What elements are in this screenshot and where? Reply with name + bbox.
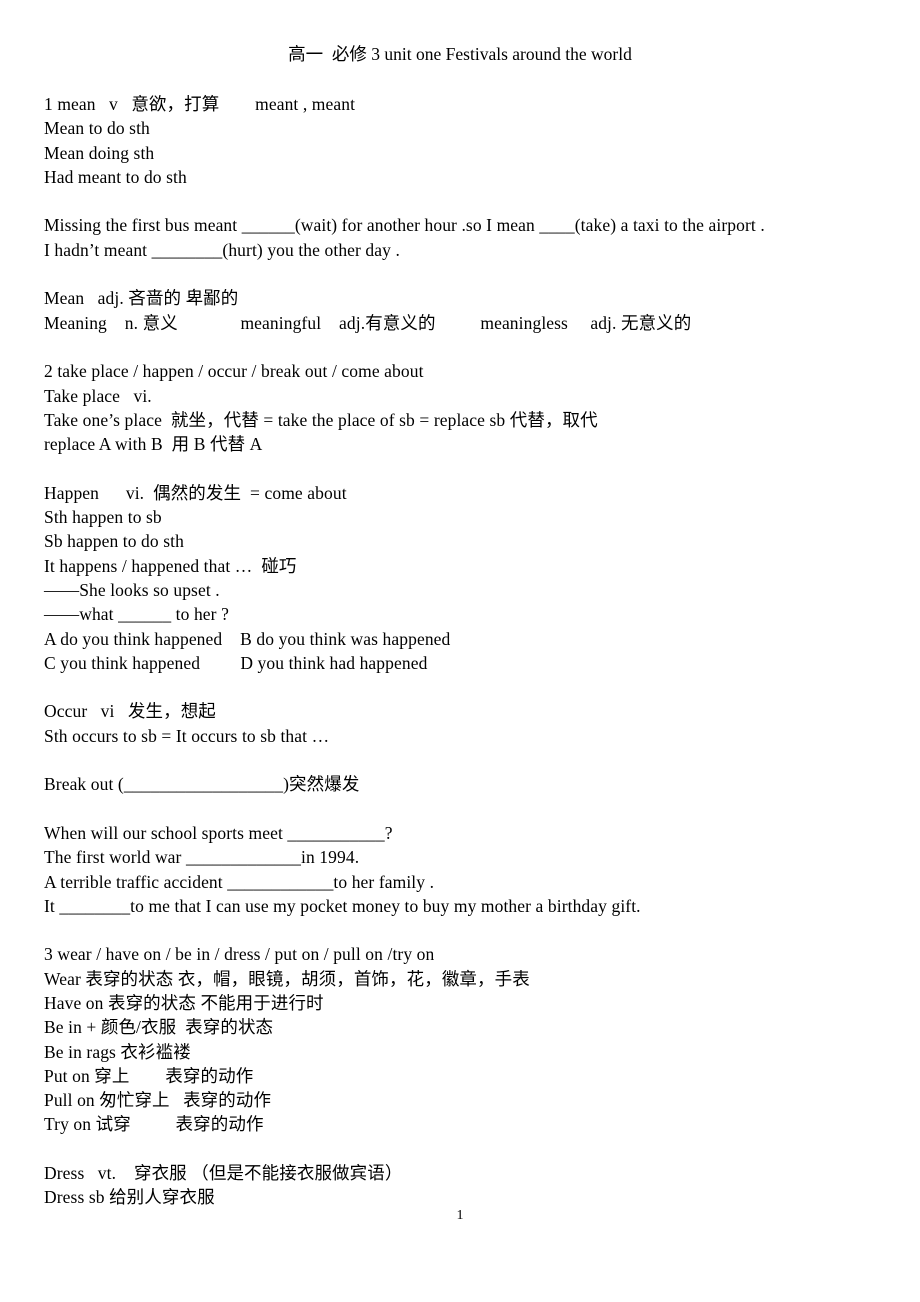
text-line: Dress vt. 穿衣服 （但是不能接衣服做宾语） <box>44 1163 403 1184</box>
text-line: It ________to me that I can use my pocke… <box>44 895 641 916</box>
document-body: 1 mean v 意欲，打算 meant , meant Mean to do … <box>44 92 884 1210</box>
text-line: Mean adj. 吝啬的 卑鄙的 <box>44 288 239 309</box>
document-page: 高一 必修 3 unit one Festivals around the wo… <box>0 0 920 1302</box>
text-line: Take place vi. <box>44 385 152 406</box>
text-line: ——She looks so upset . <box>44 579 220 600</box>
text-line: Be in rags 衣衫褴褛 <box>44 1041 191 1062</box>
text-line: Missing the first bus meant ______(wait)… <box>44 215 765 236</box>
text-line: Take one’s place 就坐，代替 = take the place … <box>44 409 598 430</box>
text-line: Happen vi. 偶然的发生 = come about <box>44 482 347 503</box>
page-number: 1 <box>456 1208 464 1223</box>
text-line: replace A with B 用 B 代替 A <box>44 434 263 455</box>
text-line: ——what ______ to her ? <box>44 604 229 625</box>
text-line: Have on 表穿的状态 不能用于进行时 <box>44 992 324 1013</box>
text-line: Occur vi 发生，想起 <box>44 701 216 722</box>
document-title: 高一 必修 3 unit one Festivals around the wo… <box>288 44 632 64</box>
text-line: Had meant to do sth <box>44 166 187 187</box>
text-line: The first world war _____________in 1994… <box>44 847 360 868</box>
text-line: C you think happened D you think had hap… <box>44 652 428 673</box>
text-line: A terrible traffic accident ____________… <box>44 871 435 892</box>
text-line: Sth occurs to sb = It occurs to sb that … <box>44 725 330 746</box>
text-line: 1 mean v 意欲，打算 meant , meant <box>44 94 356 114</box>
text-line: Wear 表穿的状态 衣，帽，眼镜，胡须，首饰，花，徽章，手表 <box>44 968 530 989</box>
text-line: Sb happen to do sth <box>44 531 184 552</box>
text-line: Try on 试穿 表穿的动作 <box>44 1114 264 1135</box>
text-line: Break out (__________________)突然爆发 <box>44 774 360 795</box>
text-line: Dress sb 给别人穿衣服 <box>44 1187 215 1208</box>
text-line: Pull on 匆忙穿上 表穿的动作 <box>44 1090 272 1111</box>
text-line: Put on 穿上 表穿的动作 <box>44 1065 254 1086</box>
text-line: Sth happen to sb <box>44 507 162 528</box>
text-line: Be in + 颜色/衣服 表穿的状态 <box>44 1017 274 1038</box>
text-line: I hadn’t meant ________(hurt) you the ot… <box>44 239 400 260</box>
text-line: Mean to do sth <box>44 118 150 139</box>
text-line: It happens / happened that … 碰巧 <box>44 555 297 576</box>
text-line: 3 wear / have on / be in / dress / put o… <box>44 944 435 965</box>
text-line: When will our school sports meet _______… <box>44 822 393 843</box>
text-line: Meaning n. 意义 meaningful adj.有意义的 meanin… <box>44 312 692 333</box>
text-line: A do you think happened B do you think w… <box>44 628 451 649</box>
text-line: Mean doing sth <box>44 142 155 163</box>
text-line: 2 take place / happen / occur / break ou… <box>44 361 424 382</box>
